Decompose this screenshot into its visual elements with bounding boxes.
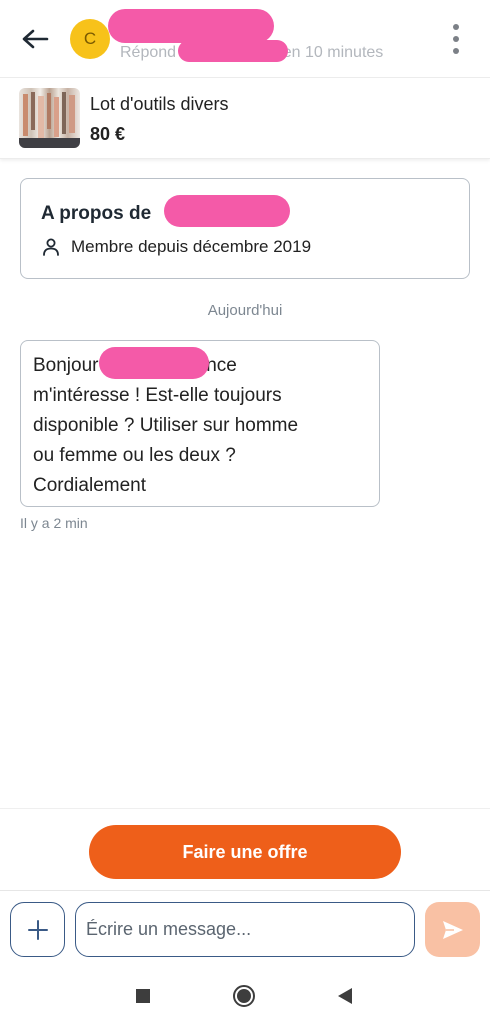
redacted-subtitle [178, 40, 288, 62]
recents-button[interactable] [130, 983, 156, 1009]
day-separator: Aujourd'hui [207, 302, 283, 319]
tools-photo-icon [19, 92, 80, 148]
arrow-left-icon [22, 29, 49, 49]
person-icon [43, 238, 59, 256]
make-offer-button[interactable]: Faire une offre [89, 825, 401, 879]
more-vertical-icon [453, 24, 459, 30]
circle-home-icon [233, 985, 255, 1007]
system-nav-bar [0, 967, 490, 1024]
member-since-row: Membre depuis décembre 2019 [41, 237, 311, 257]
avatar[interactable]: C [70, 19, 110, 59]
message-timestamp: Il y a 2 min [20, 515, 88, 531]
redacted-greeting-name [99, 347, 209, 379]
message-composer [0, 890, 490, 967]
listing-bar[interactable] [0, 78, 490, 159]
plus-icon [27, 919, 48, 940]
send-button[interactable] [425, 902, 480, 957]
message-input[interactable] [75, 902, 415, 957]
listing-thumbnail [19, 88, 80, 148]
square-icon [136, 989, 150, 1003]
listing-price: 80 € [90, 124, 126, 144]
offer-zone: Faire une offre [0, 808, 490, 890]
chat-header: C Répond généralement en 10 minutes [0, 0, 490, 78]
more-options-button[interactable] [442, 24, 470, 54]
member-since-text: Membre depuis décembre 2019 [71, 237, 312, 256]
home-button[interactable] [231, 983, 257, 1009]
message-bubble[interactable]: Bonjour ! Votre annonce m'intéresse ! Es… [20, 340, 380, 507]
redacted-username [108, 9, 274, 43]
send-icon [442, 920, 463, 939]
triangle-back-icon [338, 988, 352, 1004]
about-title: A propos de [41, 203, 152, 224]
back-nav-button[interactable] [332, 983, 358, 1009]
attach-button[interactable] [10, 902, 65, 957]
about-seller-card[interactable]: A propos de Membre depuis décembre 2019 [20, 178, 470, 279]
back-button[interactable] [18, 22, 52, 56]
listing-title[interactable]: Lot d'outils divers [90, 94, 229, 115]
redacted-seller-name [164, 195, 290, 227]
